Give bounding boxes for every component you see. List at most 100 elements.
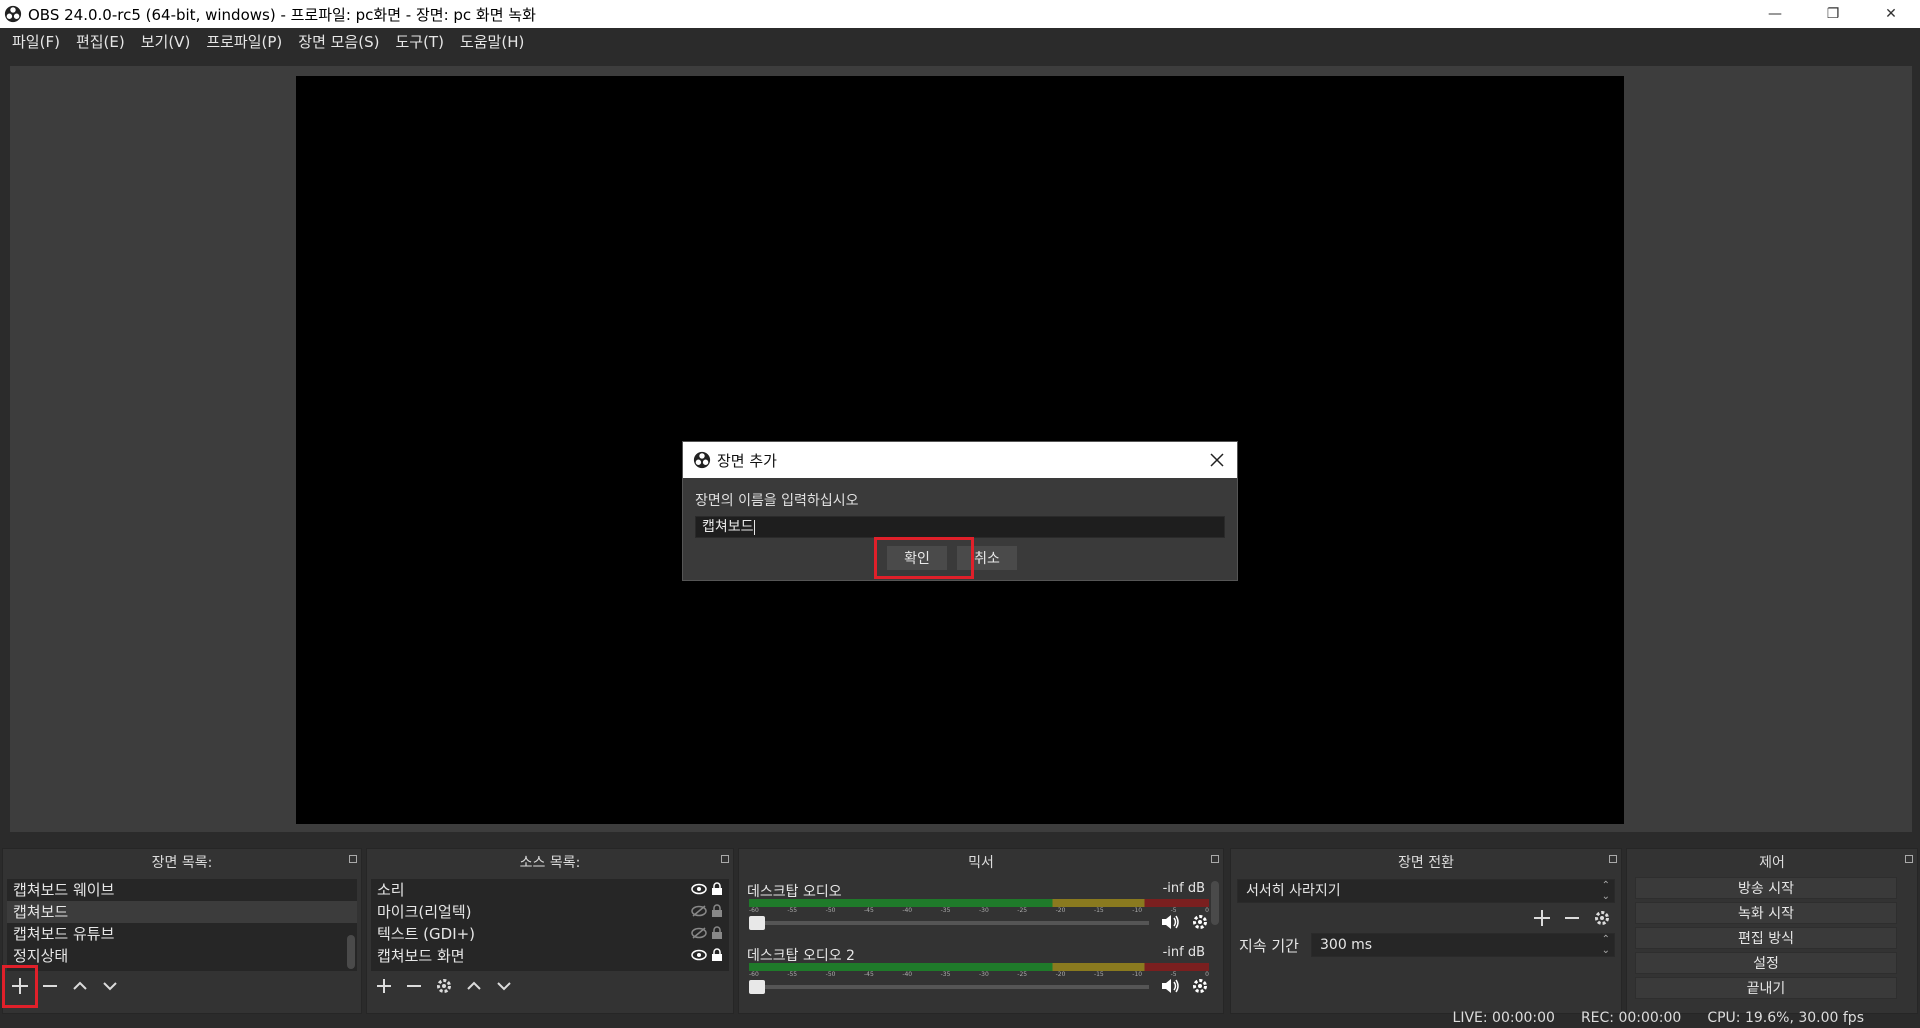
start-recording-button[interactable]: 녹화 시작 <box>1635 902 1897 924</box>
menu-view[interactable]: 보기(V) <box>133 28 199 56</box>
text-caret <box>753 519 755 535</box>
transition-select[interactable]: 서서히 사라지기 ⌃ ⌄ <box>1237 879 1615 903</box>
source-item[interactable]: 소리 <box>371 879 729 901</box>
speaker-icon[interactable] <box>1161 913 1181 931</box>
chevron-up-icon <box>73 981 87 990</box>
title-bar: OBS 24.0.0-rc5 (64-bit, windows) - 프로파일:… <box>0 0 1920 28</box>
move-source-down-button[interactable] <box>493 975 515 997</box>
mixer-track: 데스크탑 오디오 2 -inf dB -60 -55 -50 -45 -40 -35 -30… <box>745 945 1215 1003</box>
source-label: 마이크(리얼텍) <box>377 903 472 921</box>
status-bar: LIVE: 00:00:00 REC: 00:00:00 CPU: 19.6%,… <box>0 1008 1920 1028</box>
mixer-header: 믹서 <box>739 849 1223 875</box>
move-scene-up-button[interactable] <box>69 975 91 997</box>
controls-dock: 제어 방송 시작 녹화 시작 편집 방식 설정 끝내기 <box>1626 848 1918 1014</box>
scene-item[interactable]: 정지상태 <box>7 945 357 967</box>
tick-label: -55 <box>787 907 798 914</box>
menu-file[interactable]: 파일(F) <box>4 28 68 56</box>
transitions-header: 장면 전환 <box>1231 849 1621 875</box>
restore-button[interactable]: ❐ <box>1804 0 1862 28</box>
source-label: 캡쳐보드 화면 <box>377 947 465 965</box>
menu-bar: 파일(F) 편집(E) 보기(V) 프로파일(P) 장면 모음(S) 도구(T)… <box>0 28 1920 56</box>
scene-item[interactable]: 캡쳐보드 웨이브 <box>7 879 357 901</box>
tick-label: -50 <box>825 971 836 978</box>
menu-scene-collection[interactable]: 장면 모음(S) <box>290 28 387 56</box>
add-scene-highlight <box>2 965 38 1008</box>
minimize-button[interactable]: — <box>1746 0 1804 28</box>
dock-float-icon[interactable] <box>1609 855 1617 863</box>
add-transition-button[interactable] <box>1531 907 1553 929</box>
track-db: -inf dB <box>1162 945 1205 960</box>
scene-item[interactable]: 캡쳐보드 <box>7 901 357 923</box>
scene-list-scrollbar[interactable] <box>347 935 355 969</box>
volume-slider[interactable] <box>749 980 1149 994</box>
mixer-dock: 믹서 데스크탑 오디오 -inf dB -60 -55 -50 -45 -40 -35 -3… <box>738 848 1224 1014</box>
menu-tools[interactable]: 도구(T) <box>387 28 451 56</box>
close-window-button[interactable]: ✕ <box>1862 0 1920 28</box>
transitions-toolbar <box>1531 907 1613 929</box>
move-scene-down-button[interactable] <box>99 975 121 997</box>
exit-button[interactable]: 끝내기 <box>1635 977 1897 999</box>
remove-scene-button[interactable] <box>39 975 61 997</box>
gear-icon[interactable] <box>1191 977 1209 995</box>
source-item[interactable]: 텍스트 (GDI+) <box>371 923 729 945</box>
dock-float-icon[interactable] <box>1211 855 1219 863</box>
source-item[interactable]: 마이크(리얼텍) <box>371 901 729 923</box>
eye-icon[interactable] <box>691 882 707 896</box>
source-label: 텍스트 (GDI+) <box>377 925 476 943</box>
minus-icon <box>43 985 57 987</box>
lock-icon[interactable] <box>711 904 723 918</box>
tick-label: -10 <box>1132 971 1143 978</box>
select-arrows-icon: ⌃ ⌄ <box>1601 880 1610 902</box>
gear-icon[interactable] <box>1191 913 1209 931</box>
transition-properties-button[interactable] <box>1591 907 1613 929</box>
menu-edit[interactable]: 편집(E) <box>68 28 133 56</box>
tick-label: -20 <box>1055 907 1066 914</box>
menu-help[interactable]: 도움말(H) <box>452 28 532 56</box>
tick-label: -50 <box>825 907 836 914</box>
move-source-up-button[interactable] <box>463 975 485 997</box>
remove-transition-button[interactable] <box>1561 907 1583 929</box>
eye-hidden-icon[interactable] <box>691 926 707 940</box>
sources-title: 소스 목록: <box>519 855 581 871</box>
volume-slider-handle[interactable] <box>749 916 765 930</box>
dialog-close-button[interactable] <box>1205 448 1229 472</box>
eye-hidden-icon[interactable] <box>691 904 707 918</box>
dock-float-icon[interactable] <box>349 855 357 863</box>
scenes-title: 장면 목록: <box>151 855 213 871</box>
track-name: 데스크탑 오디오 <box>747 884 842 900</box>
duration-spinbox[interactable]: 300 ms ⌃ ⌄ <box>1311 933 1615 957</box>
lock-icon[interactable] <box>711 948 723 962</box>
source-properties-button[interactable] <box>433 975 455 997</box>
eye-icon[interactable] <box>691 948 707 962</box>
start-streaming-button[interactable]: 방송 시작 <box>1635 877 1897 899</box>
gear-icon <box>437 979 451 993</box>
menu-profile[interactable]: 프로파일(P) <box>198 28 290 56</box>
source-item[interactable]: 캡쳐보드 화면 <box>371 945 729 967</box>
chevron-down-icon <box>103 982 117 991</box>
settings-button[interactable]: 설정 <box>1635 952 1897 974</box>
scene-item[interactable]: 캡쳐보드 유튜브 <box>7 923 357 945</box>
chevron-up-icon <box>467 981 481 990</box>
cpu-status: CPU: 19.6%, 30.00 fps <box>1707 1010 1864 1026</box>
plus-icon <box>377 979 391 993</box>
lock-icon[interactable] <box>711 882 723 896</box>
remove-source-button[interactable] <box>403 975 425 997</box>
tick-label: -60 <box>749 907 759 914</box>
dock-float-icon[interactable] <box>721 855 729 863</box>
dock-float-icon[interactable] <box>1905 855 1913 863</box>
controls-header: 제어 <box>1627 849 1917 875</box>
track-name: 데스크탑 오디오 2 <box>747 948 855 964</box>
volume-slider-handle[interactable] <box>749 980 765 994</box>
ok-button-highlight <box>874 537 974 579</box>
mixer-scrollbar[interactable] <box>1211 881 1219 925</box>
scene-name-input[interactable]: 캡쳐보드 <box>695 516 1225 538</box>
studio-mode-button[interactable]: 편집 방식 <box>1635 927 1897 949</box>
add-source-button[interactable] <box>373 975 395 997</box>
meter-ticks: -60 -55 -50 -45 -40 -35 -30 -25 -20 -15 -10 -5 0 <box>749 971 1209 979</box>
spin-arrows-icon: ⌃ ⌄ <box>1601 934 1610 956</box>
volume-slider[interactable] <box>749 916 1149 930</box>
speaker-icon[interactable] <box>1161 977 1181 995</box>
transition-selected: 서서히 사라지기 <box>1246 883 1341 899</box>
sources-header: 소스 목록: <box>367 849 733 875</box>
lock-icon[interactable] <box>711 926 723 940</box>
